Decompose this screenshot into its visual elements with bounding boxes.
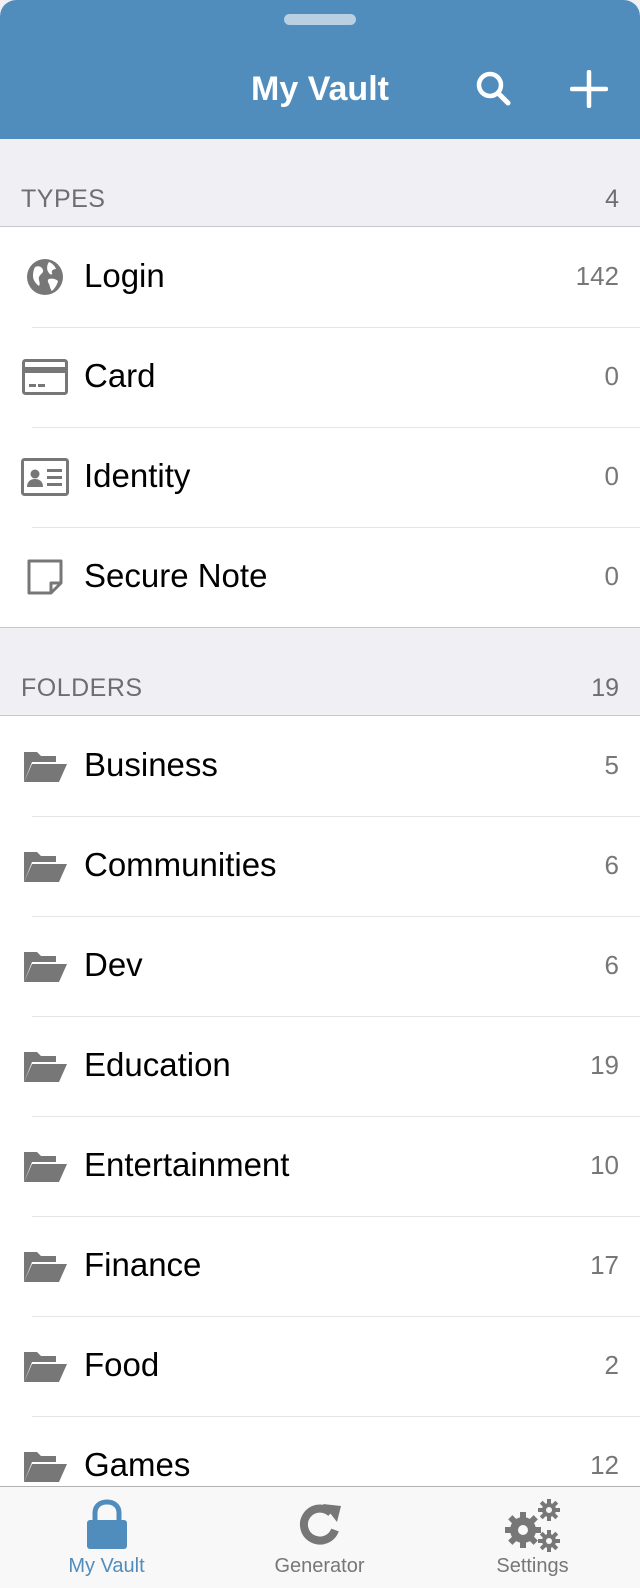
add-item-button[interactable] — [564, 64, 614, 114]
row-label: Food — [84, 1346, 160, 1383]
row-label: Identity — [84, 457, 191, 494]
row-count: 142 — [575, 261, 619, 291]
row-count: 19 — [590, 1050, 619, 1080]
types-group: Login 142 Card 0 Identity 0 Secure Note … — [0, 227, 640, 628]
folder-row-business[interactable]: Business 5 — [0, 716, 640, 816]
navigation-bar: My Vault — [0, 0, 640, 139]
plus-icon — [570, 70, 608, 108]
folders-section-header: FOLDERS 19 — [0, 628, 640, 716]
row-count: 6 — [604, 950, 619, 980]
type-row-identity[interactable]: Identity 0 — [0, 427, 640, 527]
tab-generator[interactable]: Generator — [213, 1487, 426, 1588]
tab-label: Generator — [274, 1555, 365, 1577]
row-count: 2 — [604, 1350, 619, 1380]
lock-icon — [77, 1495, 137, 1555]
note-icon — [20, 552, 70, 602]
refresh-icon — [290, 1495, 350, 1555]
folder-open-icon — [20, 841, 70, 891]
folder-open-icon — [20, 941, 70, 991]
row-count: 0 — [604, 361, 619, 391]
globe-icon — [20, 252, 70, 302]
row-label: Education — [84, 1046, 231, 1083]
type-row-card[interactable]: Card 0 — [0, 327, 640, 427]
id-card-icon — [20, 452, 70, 502]
row-label: Dev — [84, 946, 143, 983]
folder-row-education[interactable]: Education 19 — [0, 1016, 640, 1116]
row-count: 12 — [590, 1450, 619, 1480]
types-section-header: TYPES 4 — [0, 139, 640, 227]
tab-settings[interactable]: Settings — [426, 1487, 639, 1588]
folder-open-icon — [20, 1141, 70, 1191]
folder-open-icon — [20, 1441, 70, 1486]
row-label: Communities — [84, 846, 277, 883]
search-button[interactable] — [469, 64, 519, 114]
row-label: Games — [84, 1446, 191, 1483]
type-row-secure-note[interactable]: Secure Note 0 — [0, 527, 640, 627]
folder-open-icon — [20, 1241, 70, 1291]
type-row-login[interactable]: Login 142 — [0, 227, 640, 327]
section-count: 19 — [591, 674, 619, 702]
row-label: Entertainment — [84, 1146, 290, 1183]
folder-row-entertainment[interactable]: Entertainment 10 — [0, 1116, 640, 1216]
row-label: Secure Note — [84, 557, 268, 594]
row-count: 6 — [604, 850, 619, 880]
gears-icon — [503, 1495, 563, 1555]
tab-label: Settings — [496, 1555, 569, 1577]
folder-row-games[interactable]: Games 12 — [0, 1416, 640, 1486]
section-title: TYPES — [21, 185, 106, 213]
tab-label: My Vault — [68, 1555, 145, 1577]
tab-bar: My Vault Generator Settings — [0, 1486, 640, 1588]
section-count: 4 — [605, 185, 619, 213]
folder-row-dev[interactable]: Dev 6 — [0, 916, 640, 1016]
row-count: 10 — [590, 1150, 619, 1180]
folder-row-communities[interactable]: Communities 6 — [0, 816, 640, 916]
search-icon — [476, 71, 511, 106]
folders-group: Business 5 Communities 6 Dev 6 Education… — [0, 716, 640, 1486]
row-label: Login — [84, 257, 165, 294]
folder-open-icon — [20, 1341, 70, 1391]
folder-open-icon — [20, 1041, 70, 1091]
sheet-grabber-handle[interactable] — [284, 14, 356, 25]
row-count: 17 — [590, 1250, 619, 1280]
credit-card-icon — [20, 352, 70, 402]
row-count: 0 — [604, 461, 619, 491]
folder-row-food[interactable]: Food 2 — [0, 1316, 640, 1416]
row-label: Card — [84, 357, 156, 394]
folder-open-icon — [20, 741, 70, 791]
section-title: FOLDERS — [21, 674, 143, 702]
tab-my-vault[interactable]: My Vault — [0, 1487, 213, 1588]
row-count: 0 — [604, 561, 619, 591]
app-screen: My Vault TYPES 4 Login 142 Card 0 Identi… — [0, 0, 640, 1588]
row-label: Business — [84, 746, 218, 783]
vault-list[interactable]: TYPES 4 Login 142 Card 0 Identity 0 Secu… — [0, 139, 640, 1486]
folder-row-finance[interactable]: Finance 17 — [0, 1216, 640, 1316]
row-label: Finance — [84, 1246, 202, 1283]
row-count: 5 — [604, 750, 619, 780]
page-title: My Vault — [251, 70, 389, 108]
